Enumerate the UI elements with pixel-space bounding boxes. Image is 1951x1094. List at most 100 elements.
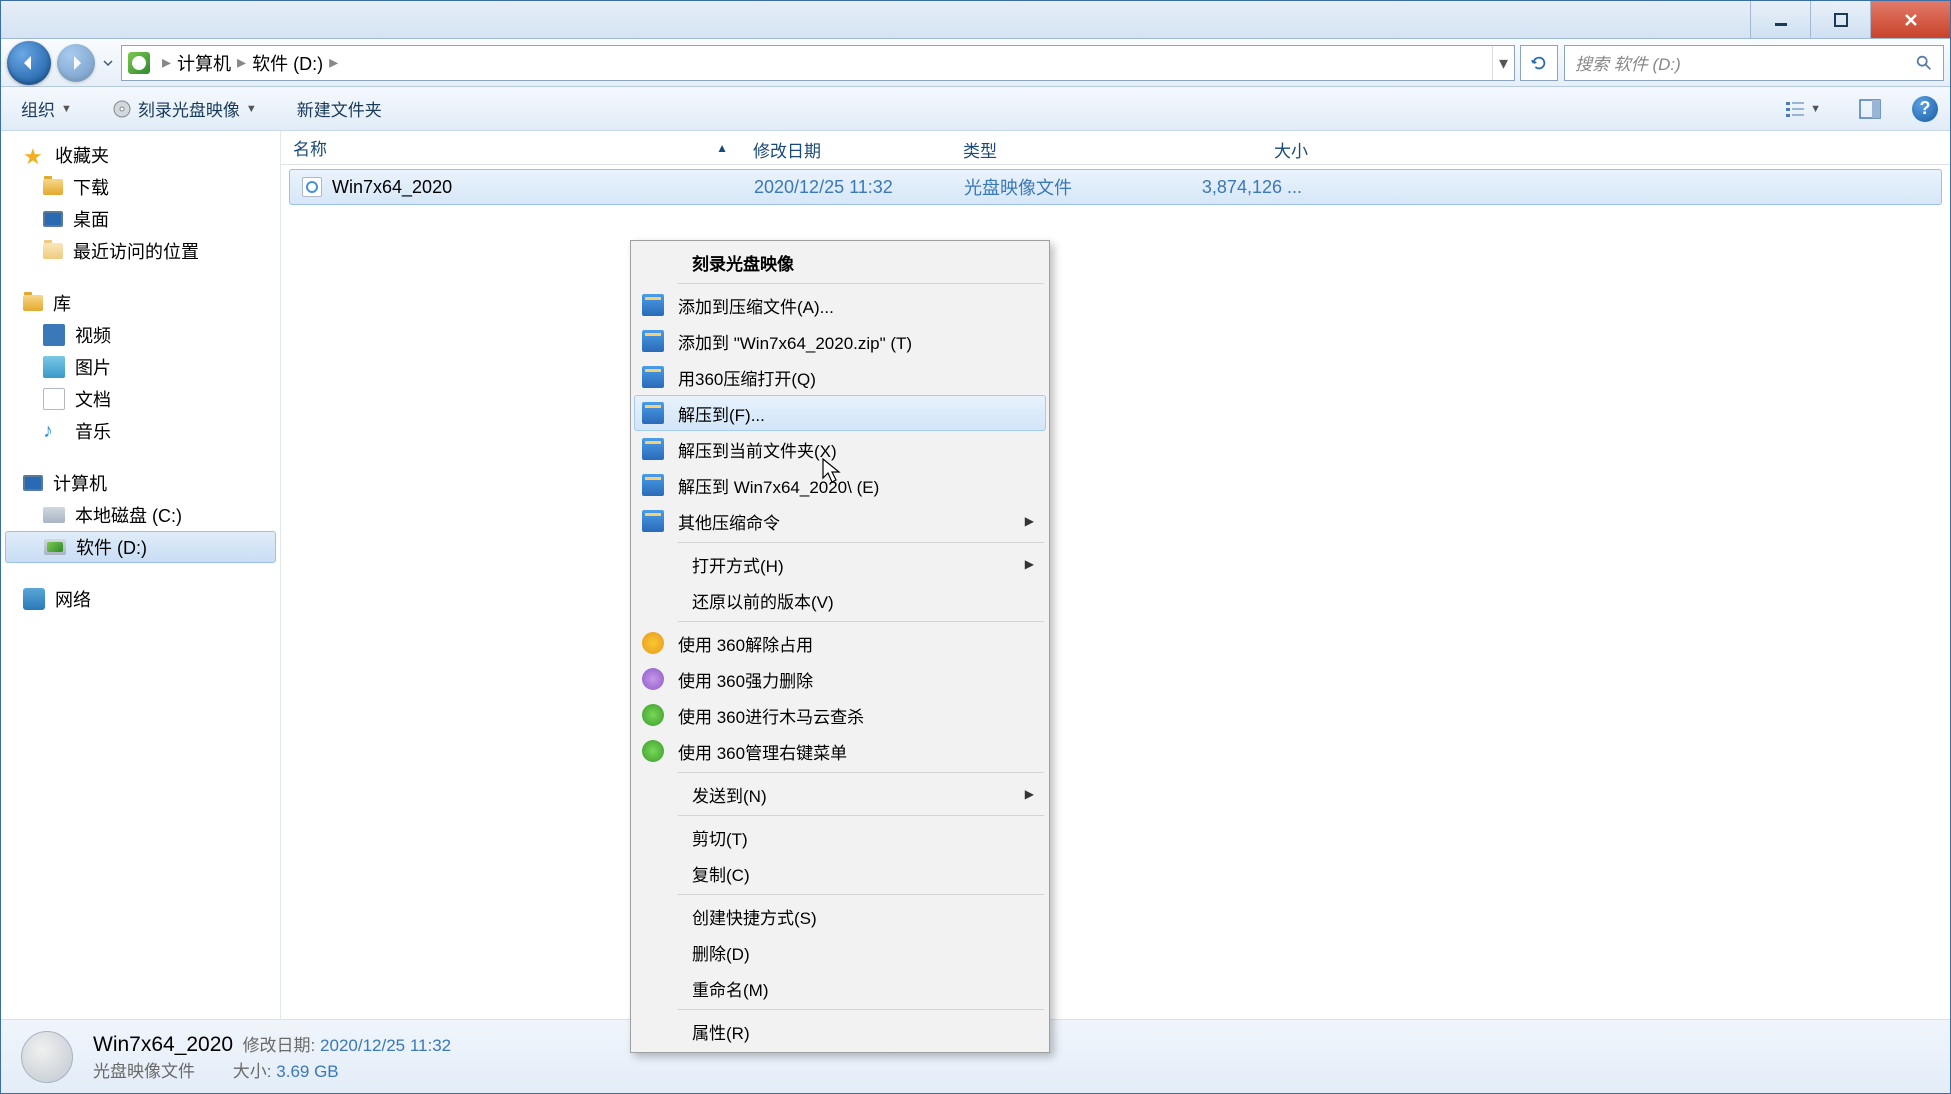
computer-icon [23, 475, 43, 491]
ctx-properties[interactable]: 属性(R) [634, 1013, 1046, 1049]
refresh-button[interactable] [1520, 45, 1558, 81]
column-type[interactable]: 类型 [951, 131, 1161, 164]
view-options-button[interactable]: ▼ [1777, 96, 1828, 122]
preview-pane-icon [1859, 99, 1881, 119]
submenu-arrow-icon: ▶ [1025, 787, 1034, 801]
sidebar-item-drive-d[interactable]: 软件 (D:) [5, 531, 276, 563]
file-date: 2020/12/25 11:32 [742, 177, 952, 198]
network-icon [23, 588, 45, 610]
ctx-rename[interactable]: 重命名(M) [634, 970, 1046, 1006]
archive-icon [642, 330, 664, 352]
recent-icon [43, 243, 63, 259]
drive-icon [44, 539, 66, 555]
search-input[interactable]: 搜索 软件 (D:) [1564, 45, 1944, 81]
forward-button[interactable] [57, 44, 95, 82]
star-icon: ★ [23, 144, 45, 166]
search-placeholder: 搜索 软件 (D:) [1575, 50, 1681, 75]
list-view-icon [1784, 99, 1806, 119]
folder-icon [43, 179, 63, 195]
context-menu: 刻录光盘映像 添加到压缩文件(A)... 添加到 "Win7x64_2020.z… [630, 240, 1050, 1053]
sidebar-item-videos[interactable]: 视频 [1, 319, 280, 351]
sidebar-computer-head[interactable]: 计算机 [1, 467, 280, 499]
back-button[interactable] [7, 41, 51, 85]
ctx-shortcut[interactable]: 创建快捷方式(S) [634, 898, 1046, 934]
close-button[interactable] [1870, 1, 1950, 38]
ctx-delete[interactable]: 删除(D) [634, 934, 1046, 970]
breadcrumb-current[interactable]: 软件 (D:) [252, 50, 323, 76]
file-size: 3,874,126 ... [1162, 177, 1314, 198]
music-icon: ♪ [43, 420, 65, 442]
column-headers: 名称▲ 修改日期 类型 大小 [281, 131, 1950, 165]
cursor-icon [822, 458, 842, 484]
ctx-add-zip[interactable]: 添加到 "Win7x64_2020.zip" (T) [634, 323, 1046, 359]
help-button[interactable]: ? [1912, 96, 1938, 122]
organize-button[interactable]: 组织 ▼ [13, 92, 80, 125]
navigation-bar: ▸ 计算机 ▸ 软件 (D:) ▸ ▾ 搜索 软件 (D:) [1, 39, 1950, 87]
archive-icon [642, 294, 664, 316]
breadcrumb-root[interactable]: 计算机 [177, 50, 231, 76]
ctx-other-zip[interactable]: 其他压缩命令▶ [634, 503, 1046, 539]
address-dropdown-icon[interactable]: ▾ [1492, 46, 1514, 80]
details-type: 光盘映像文件 [93, 1062, 195, 1081]
sort-ascending-icon: ▲ [716, 141, 728, 155]
file-type: 光盘映像文件 [952, 174, 1162, 200]
column-name[interactable]: 名称▲ [281, 131, 741, 164]
ctx-open-with[interactable]: 打开方式(H)▶ [634, 546, 1046, 582]
submenu-arrow-icon: ▶ [1025, 514, 1034, 528]
sidebar-item-recent[interactable]: 最近访问的位置 [1, 235, 280, 267]
ctx-burn[interactable]: 刻录光盘映像 [634, 244, 1046, 280]
breadcrumb-separator-icon[interactable]: ▸ [231, 52, 252, 73]
archive-icon [642, 474, 664, 496]
breadcrumb-separator-icon[interactable]: ▸ [323, 52, 344, 73]
sidebar-item-music[interactable]: ♪音乐 [1, 415, 280, 447]
file-list: 名称▲ 修改日期 类型 大小 Win7x64_2020 2020/12/25 1… [281, 131, 1950, 1019]
drive-icon [43, 507, 65, 523]
library-icon [23, 295, 43, 311]
burn-image-button[interactable]: 刻录光盘映像 ▼ [104, 92, 265, 125]
toolbar: 组织 ▼ 刻录光盘映像 ▼ 新建文件夹 ▼ ? [1, 87, 1950, 131]
breadcrumb-separator-icon[interactable]: ▸ [156, 52, 177, 73]
drive-icon [128, 52, 150, 74]
archive-icon [642, 438, 664, 460]
sidebar-network-head[interactable]: 网络 [1, 583, 280, 615]
360-icon [642, 632, 664, 654]
history-dropdown-icon[interactable] [101, 56, 115, 70]
minimize-button[interactable] [1750, 1, 1810, 38]
ctx-open-360zip[interactable]: 用360压缩打开(Q) [634, 359, 1046, 395]
archive-icon [642, 366, 664, 388]
ctx-cut[interactable]: 剪切(T) [634, 819, 1046, 855]
sidebar-item-drive-c[interactable]: 本地磁盘 (C:) [1, 499, 280, 531]
360-icon [642, 668, 664, 690]
chevron-down-icon: ▼ [246, 103, 257, 115]
sidebar-item-documents[interactable]: 文档 [1, 383, 280, 415]
ctx-360-force-delete[interactable]: 使用 360强力删除 [634, 661, 1046, 697]
maximize-button[interactable] [1810, 1, 1870, 38]
navigation-pane: ★收藏夹 下载 桌面 最近访问的位置 库 视频 图片 文档 ♪音乐 计算机 本地… [1, 131, 281, 1019]
ctx-send-to[interactable]: 发送到(N)▶ [634, 776, 1046, 812]
sidebar-item-pictures[interactable]: 图片 [1, 351, 280, 383]
ctx-360-menu[interactable]: 使用 360管理右键菜单 [634, 733, 1046, 769]
ctx-extract-to[interactable]: 解压到(F)... [634, 395, 1046, 431]
preview-pane-button[interactable] [1852, 96, 1888, 122]
sidebar-item-downloads[interactable]: 下载 [1, 171, 280, 203]
ctx-copy[interactable]: 复制(C) [634, 855, 1046, 891]
chevron-down-icon: ▼ [61, 103, 72, 115]
ctx-360-scan[interactable]: 使用 360进行木马云查杀 [634, 697, 1046, 733]
archive-icon [642, 510, 664, 532]
ctx-restore-prev[interactable]: 还原以前的版本(V) [634, 582, 1046, 618]
360-icon [642, 704, 664, 726]
sidebar-libraries-head[interactable]: 库 [1, 287, 280, 319]
column-date[interactable]: 修改日期 [741, 131, 951, 164]
submenu-arrow-icon: ▶ [1025, 557, 1034, 571]
sidebar-item-desktop[interactable]: 桌面 [1, 203, 280, 235]
address-bar[interactable]: ▸ 计算机 ▸ 软件 (D:) ▸ ▾ [121, 45, 1515, 81]
ctx-add-archive[interactable]: 添加到压缩文件(A)... [634, 287, 1046, 323]
titlebar [1, 1, 1950, 39]
picture-icon [43, 356, 65, 378]
new-folder-button[interactable]: 新建文件夹 [289, 92, 390, 125]
column-size[interactable]: 大小 [1161, 131, 1321, 164]
ctx-360-unlock[interactable]: 使用 360解除占用 [634, 625, 1046, 661]
file-row[interactable]: Win7x64_2020 2020/12/25 11:32 光盘映像文件 3,8… [289, 169, 1942, 205]
desktop-icon [43, 211, 63, 227]
sidebar-favorites-head[interactable]: ★收藏夹 [1, 139, 280, 171]
